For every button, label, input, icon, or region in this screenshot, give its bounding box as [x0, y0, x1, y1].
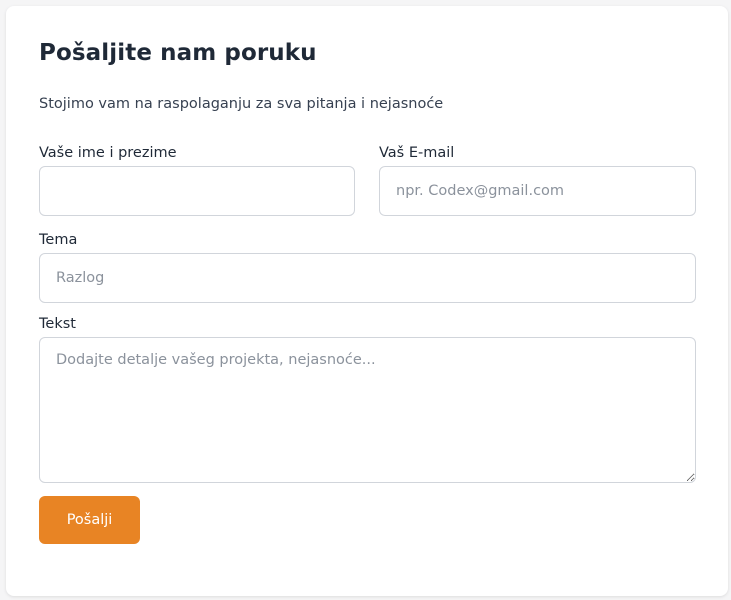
- email-label: Vaš E-mail: [379, 145, 455, 161]
- topic-field[interactable]: [39, 253, 696, 303]
- topic-label: Tema: [39, 232, 78, 248]
- contact-form-card: Pošaljite nam poruku Stojimo vam na rasp…: [6, 6, 728, 596]
- form-subtitle: Stojimo vam na raspolaganju za sva pitan…: [39, 96, 444, 112]
- submit-button[interactable]: Pošalji: [39, 496, 140, 544]
- form-title: Pošaljite nam poruku: [39, 40, 317, 66]
- name-field[interactable]: [39, 166, 355, 216]
- email-field[interactable]: [379, 166, 696, 216]
- message-field[interactable]: [39, 337, 696, 483]
- message-label: Tekst: [39, 316, 76, 332]
- name-label: Vaše ime i prezime: [39, 145, 177, 161]
